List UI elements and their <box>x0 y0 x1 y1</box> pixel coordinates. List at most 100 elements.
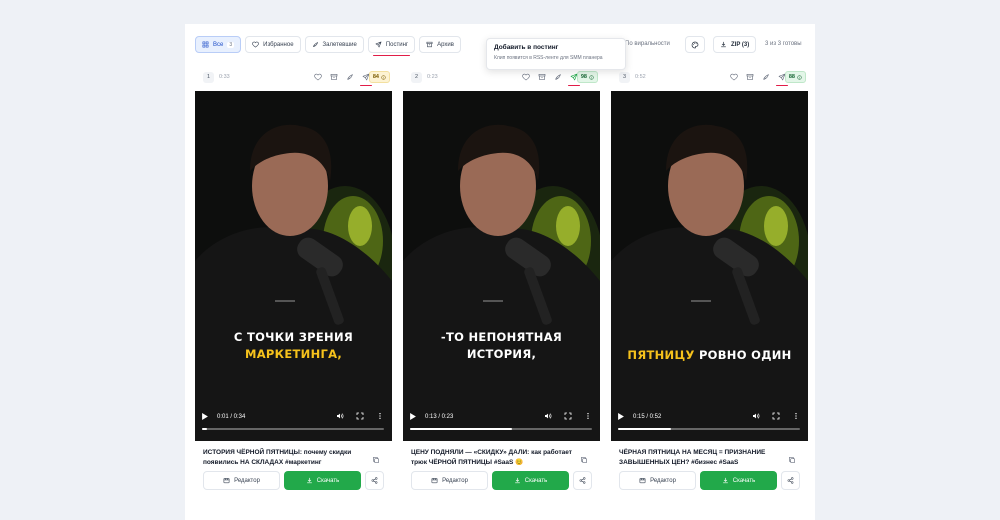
fullscreen-icon[interactable] <box>356 412 364 420</box>
clip-duration: 0:52 <box>635 74 646 80</box>
caption-line-2: ИСТОРИЯ, <box>466 347 537 361</box>
copy-title-button[interactable] <box>372 451 380 459</box>
player-controls: 0:01 / 0:34 <box>195 409 392 431</box>
heart-icon <box>314 73 322 81</box>
heart-icon <box>730 73 738 81</box>
video-frame <box>195 91 392 441</box>
clip-card: 2 0:23 98 -ТО НЕПОНЯТНАЯ ИСТОРИЯ, 0:13 /… <box>403 66 600 496</box>
progress-bar[interactable] <box>202 428 384 430</box>
favorite-toggle[interactable] <box>314 73 322 81</box>
volume-icon[interactable] <box>752 412 760 420</box>
download-button[interactable]: Скачать <box>492 471 569 490</box>
download-label: Скачать <box>524 477 548 484</box>
clip-card: 3 0:52 88 ПЯТНИЦУ РОВНО ОДИН 0:15 / 0:52 <box>611 66 808 496</box>
download-icon <box>720 41 727 48</box>
copy-title-button[interactable] <box>580 451 588 459</box>
player-time: 0:01 / 0:34 <box>217 414 246 420</box>
editor-button[interactable]: Редактор <box>619 471 696 490</box>
play-icon[interactable] <box>618 413 624 420</box>
clip-index: 2 <box>411 71 422 83</box>
sort-select[interactable]: По виральности <box>625 41 670 47</box>
video-player[interactable]: С ТОЧКИ ЗРЕНИЯ МАРКЕТИНГА, 0:01 / 0:34 <box>195 91 392 441</box>
filter-posting[interactable]: Постинг <box>367 36 416 56</box>
copy-icon <box>788 456 796 464</box>
editor-label: Редактор <box>234 477 260 484</box>
palette-button[interactable] <box>685 36 705 53</box>
video-frame <box>611 91 808 441</box>
clapper-icon <box>431 477 438 484</box>
player-time: 0:15 / 0:52 <box>633 414 662 420</box>
share-button[interactable] <box>365 471 384 490</box>
caption-line-2: МАРКЕТИНГА, <box>244 347 343 361</box>
clip-title: ЧЁРНАЯ ПЯТНИЦА НА МЕСЯЦ = ПРИЗНАНИЕ ЗАВЫ… <box>619 449 766 466</box>
clip-index: 1 <box>203 71 214 83</box>
play-icon[interactable] <box>202 413 208 420</box>
filter-favorites[interactable]: Избранное <box>245 36 301 53</box>
viral-toggle[interactable] <box>762 73 770 81</box>
filter-all[interactable]: Все 3 <box>195 36 242 53</box>
filter-archive[interactable]: Архив <box>419 36 461 53</box>
filter-all-count: 3 <box>227 41 235 48</box>
volume-icon[interactable] <box>544 412 552 420</box>
grid-icon <box>202 41 209 48</box>
card-header: 2 0:23 98 <box>403 68 600 86</box>
volume-icon[interactable] <box>336 412 344 420</box>
video-player[interactable]: -ТО НЕПОНЯТНАЯ ИСТОРИЯ, 0:13 / 0:23 <box>403 91 600 441</box>
virality-score[interactable]: 98 <box>576 71 598 83</box>
copy-title-button[interactable] <box>788 451 796 459</box>
more-options-icon[interactable] <box>376 412 384 420</box>
tooltip-text: Клип появится в RSS-ленте для SMM планер… <box>494 55 603 61</box>
info-icon <box>381 75 386 80</box>
ready-status: 3 из 3 готовы <box>765 41 802 47</box>
player-controls: 0:15 / 0:52 <box>611 409 808 431</box>
virality-score[interactable]: 84 <box>368 71 390 83</box>
more-options-icon[interactable] <box>792 412 800 420</box>
rocket-icon <box>762 73 770 81</box>
score-value: 88 <box>788 74 795 80</box>
editor-button[interactable]: Редактор <box>411 471 488 490</box>
player-time: 0:13 / 0:23 <box>425 414 454 420</box>
share-button[interactable] <box>573 471 592 490</box>
archive-toggle[interactable] <box>330 73 338 81</box>
fullscreen-icon[interactable] <box>564 412 572 420</box>
filter-bar: Все 3 Избранное Залетевшие Постинг Архив <box>195 36 461 56</box>
clip-duration: 0:23 <box>427 74 438 80</box>
download-button[interactable]: Скачать <box>700 471 777 490</box>
download-icon <box>306 477 313 484</box>
favorite-toggle[interactable] <box>730 73 738 81</box>
editor-label: Редактор <box>650 477 676 484</box>
favorite-toggle[interactable] <box>522 73 530 81</box>
progress-bar[interactable] <box>618 428 800 430</box>
caption-line-1: С ТОЧКИ ЗРЕНИЯ <box>233 330 354 344</box>
download-icon <box>514 477 521 484</box>
progress-fill <box>410 428 512 430</box>
score-value: 98 <box>580 74 587 80</box>
copy-icon <box>580 456 588 464</box>
download-icon <box>722 477 729 484</box>
virality-score[interactable]: 88 <box>784 71 806 83</box>
send-icon <box>375 41 382 48</box>
progress-fill <box>618 428 671 430</box>
share-button[interactable] <box>781 471 800 490</box>
archive-icon <box>746 73 754 81</box>
more-options-icon[interactable] <box>584 412 592 420</box>
fullscreen-icon[interactable] <box>772 412 780 420</box>
player-controls: 0:13 / 0:23 <box>403 409 600 431</box>
download-button[interactable]: Скачать <box>284 471 361 490</box>
rocket-icon <box>312 41 319 48</box>
filter-viral[interactable]: Залетевшие <box>304 36 364 53</box>
palette-icon <box>691 41 699 49</box>
download-label: Скачать <box>316 477 340 484</box>
progress-bar[interactable] <box>410 428 592 430</box>
caption-line-1: ПЯТНИЦУ <box>627 348 695 362</box>
editor-button[interactable]: Редактор <box>203 471 280 490</box>
archive-toggle[interactable] <box>538 73 546 81</box>
video-player[interactable]: ПЯТНИЦУ РОВНО ОДИН 0:15 / 0:52 <box>611 91 808 441</box>
zip-download-button[interactable]: ZIP (3) <box>713 36 757 53</box>
archive-toggle[interactable] <box>746 73 754 81</box>
play-icon[interactable] <box>410 413 416 420</box>
viral-toggle[interactable] <box>346 73 354 81</box>
clip-title: ЦЕНУ ПОДНЯЛИ — «СКИДКУ» ДАЛИ: как работа… <box>411 449 572 466</box>
download-label: Скачать <box>732 477 756 484</box>
viral-toggle[interactable] <box>554 73 562 81</box>
